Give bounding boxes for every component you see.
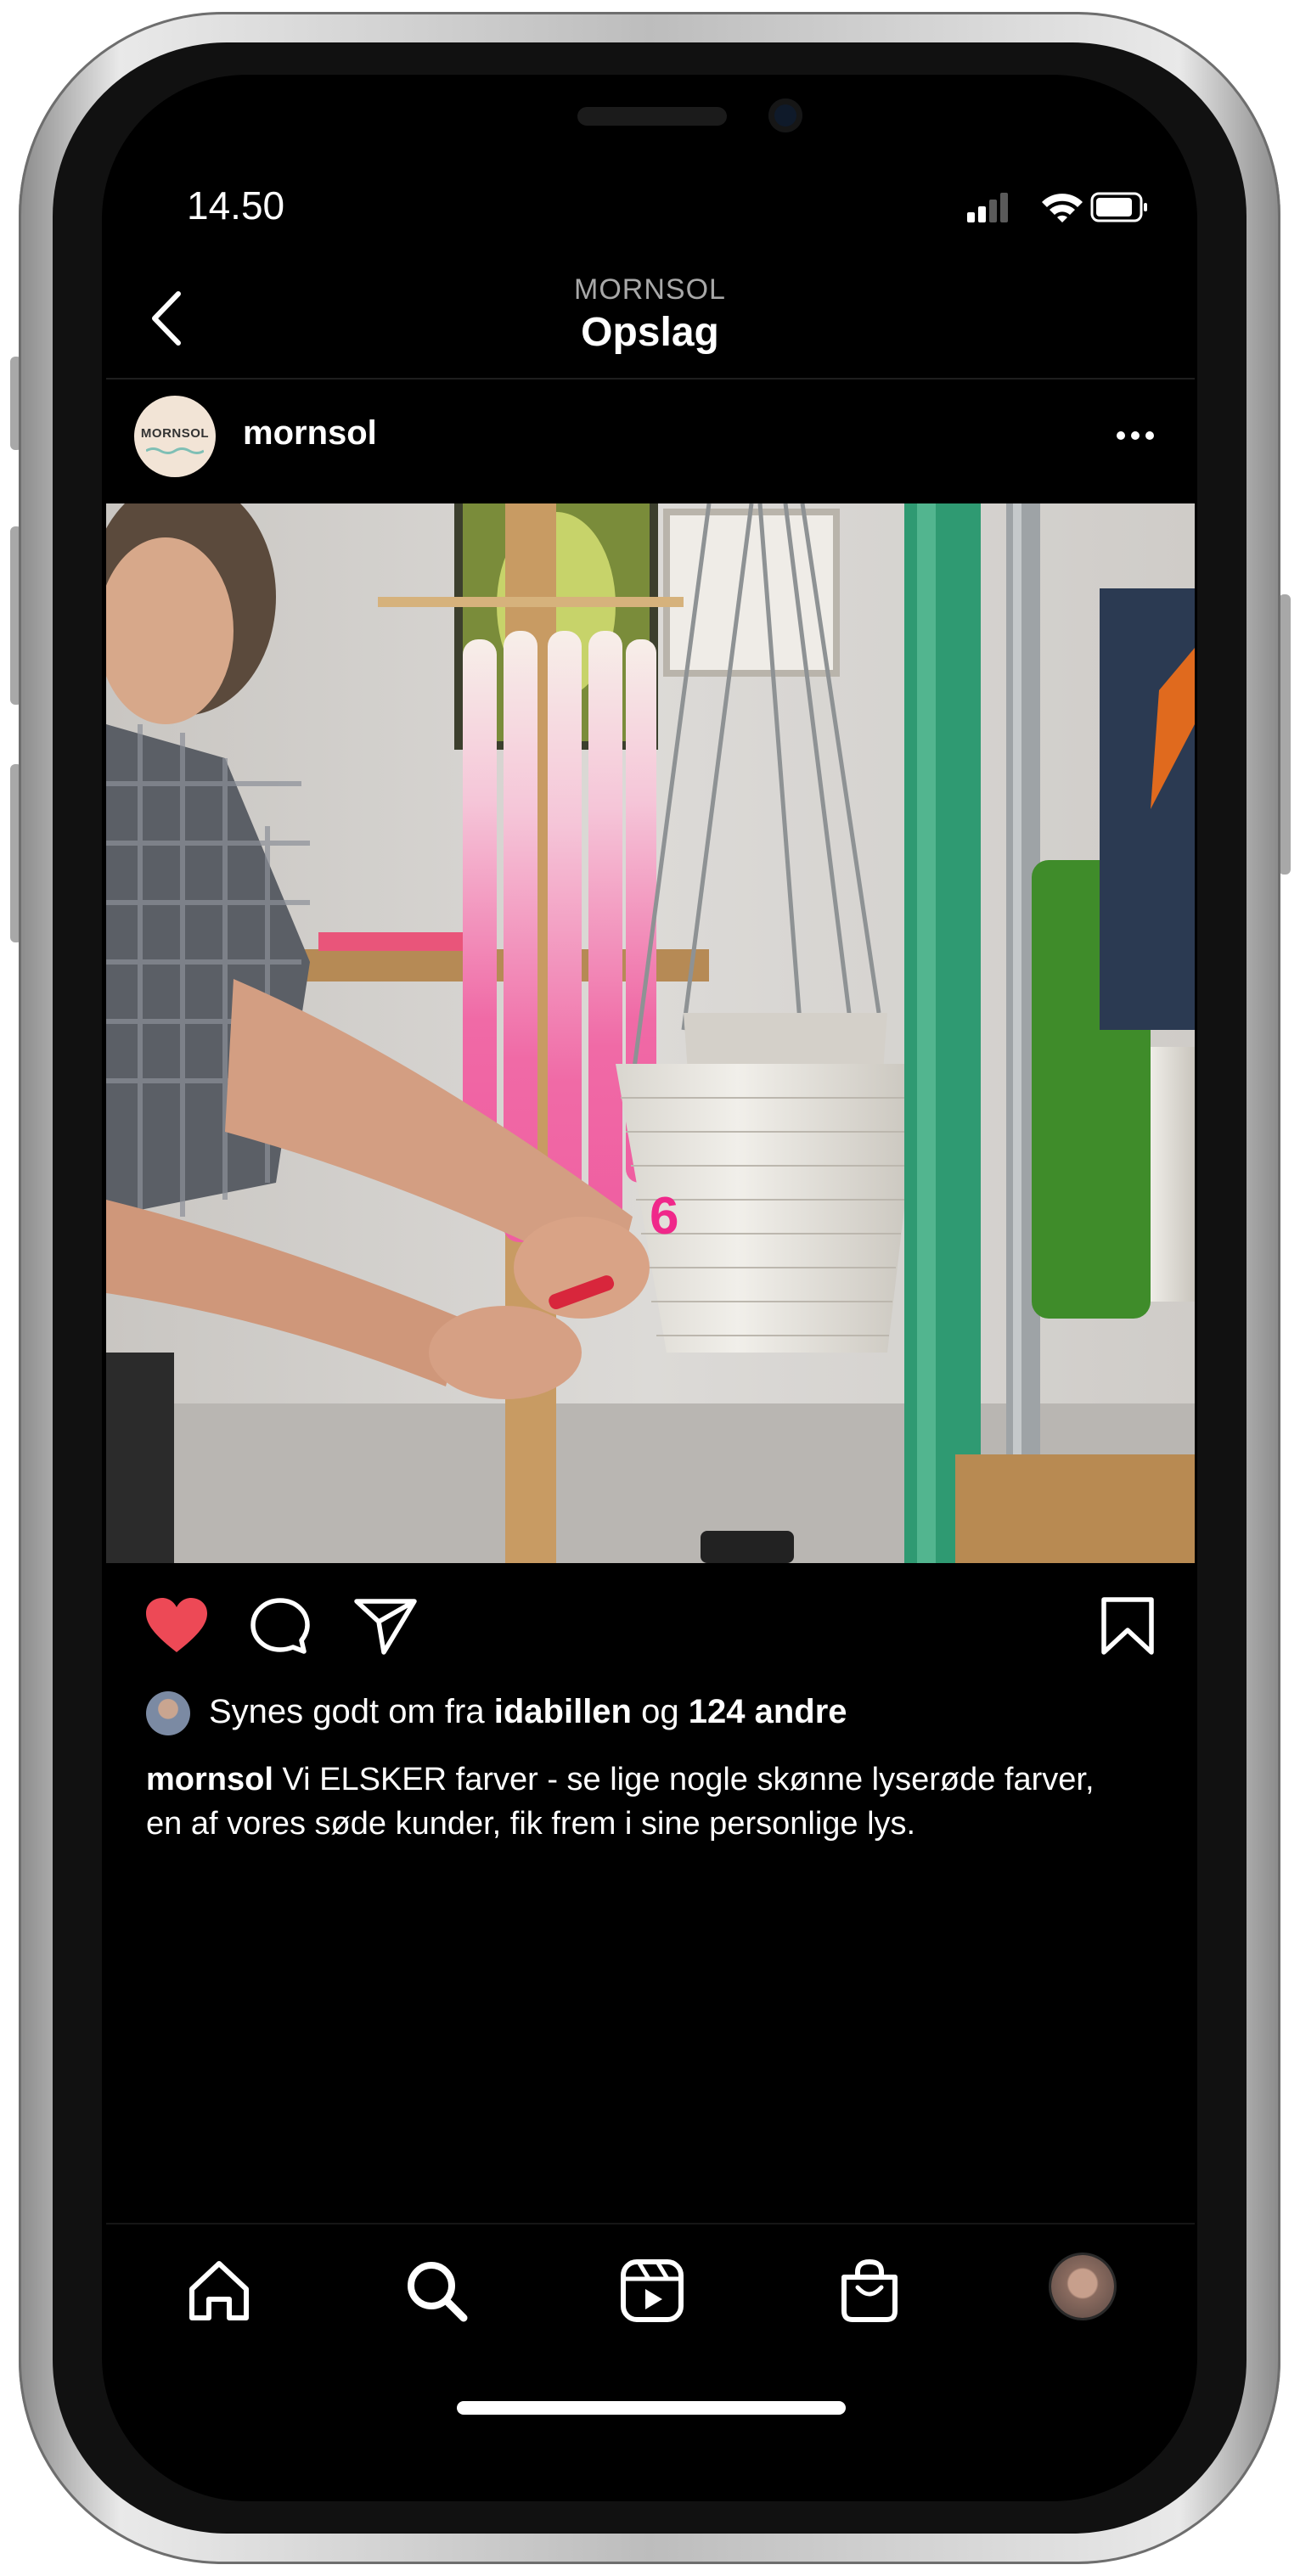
caption-username[interactable]: mornsol	[146, 1762, 273, 1797]
likes-summary[interactable]: Synes godt om fra idabillen og 124 andre	[209, 1693, 847, 1731]
post-username[interactable]: mornsol	[243, 414, 377, 453]
heart-icon[interactable]	[144, 1596, 209, 1656]
post-photo-illustration: 6	[106, 503, 1195, 1563]
avatar-logo-text: MORNSOL	[140, 426, 210, 441]
home-indicator[interactable]	[457, 2401, 846, 2415]
more-horizontal-icon[interactable]	[1114, 425, 1156, 447]
header-divider	[106, 378, 1195, 380]
caption-text: Vi ELSKER farver - se lige nogle skønne …	[146, 1762, 1095, 1842]
front-camera	[768, 98, 802, 132]
shopping-bag-icon[interactable]	[836, 2257, 903, 2325]
battery-icon	[1090, 192, 1147, 222]
status-icons	[967, 192, 1147, 222]
likes-prefix: Synes godt om fra	[209, 1693, 485, 1730]
comment-icon[interactable]	[248, 1596, 312, 1656]
phone-mockup: 14.50 MORNSOL Opslag MORNSOL mornsol 6 S…	[0, 0, 1300, 2576]
tab-bar-divider	[106, 2223, 1195, 2224]
post-photo[interactable]: 6	[106, 503, 1195, 1563]
profile-tab-avatar[interactable]	[1051, 2255, 1114, 2318]
wifi-icon	[1042, 194, 1083, 222]
likes-user-link[interactable]: idabillen	[494, 1693, 632, 1730]
cellular-signal-icon	[967, 193, 1008, 222]
search-icon[interactable]	[402, 2257, 470, 2325]
bookmark-icon[interactable]	[1095, 1596, 1160, 1656]
reels-icon[interactable]	[618, 2257, 686, 2325]
likes-connector: og	[641, 1693, 679, 1730]
photo-bucket-number: 6	[650, 1187, 678, 1246]
post-caption: mornsol Vi ELSKER farver - se lige nogle…	[146, 1758, 1114, 1846]
power-button	[1279, 594, 1291, 875]
page-title: Opslag	[581, 310, 719, 355]
home-icon[interactable]	[185, 2257, 253, 2325]
avatar[interactable]: MORNSOL	[134, 396, 216, 477]
earpiece-speaker	[577, 107, 727, 126]
paper-plane-icon[interactable]	[353, 1596, 418, 1656]
likes-avatar[interactable]	[146, 1691, 190, 1735]
likes-others-link[interactable]: 124 andre	[689, 1693, 847, 1730]
status-time: 14.50	[187, 183, 285, 228]
nav-account-name: MORNSOL	[574, 273, 726, 306]
logo-wave-icon	[146, 447, 204, 454]
